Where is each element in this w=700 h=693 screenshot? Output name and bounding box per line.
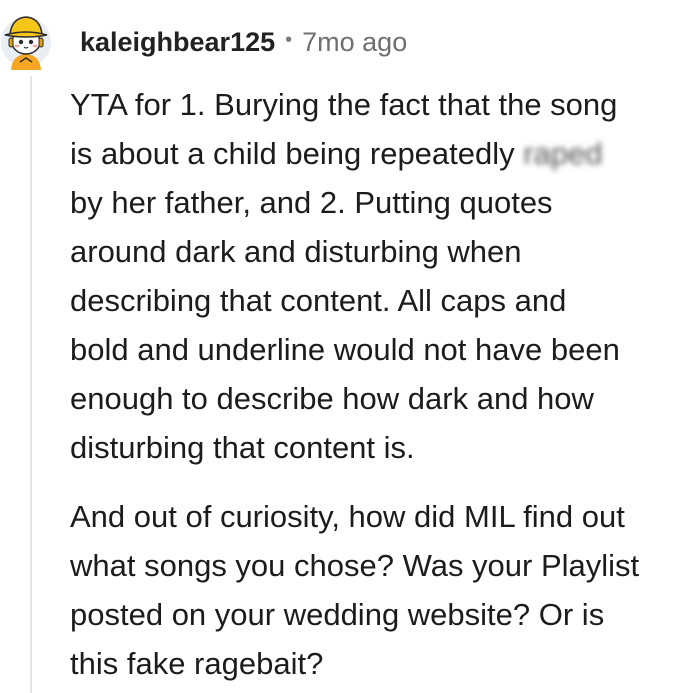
comment-line: posted on your wedding website? Or is — [70, 597, 605, 632]
thread-line[interactable] — [30, 76, 32, 693]
comment-line: this fake ragebait? — [70, 646, 324, 681]
comment-line: bold and underline would not have been — [70, 332, 620, 367]
censored-word: raped — [523, 136, 603, 171]
comment: kaleighbear125 • 7mo ago YTA for 1. Bury… — [0, 0, 700, 693]
comment-line-text: is about a child being repeatedly — [70, 136, 524, 171]
comment-line: around dark and disturbing when — [70, 234, 522, 269]
comment-paragraph-2: And out of curiosity, how did MIL find o… — [70, 492, 700, 688]
comment-paragraph-1: YTA for 1. Burying the fact that the son… — [70, 80, 700, 472]
comment-body: YTA for 1. Burying the fact that the son… — [70, 80, 700, 688]
comment-line: by her father, and 2. Putting quotes — [70, 185, 553, 220]
separator-dot: • — [285, 28, 293, 51]
username-link[interactable]: kaleighbear125 — [80, 27, 275, 58]
comment-line: is about a child being repeatedly raped — [70, 129, 700, 178]
comment-line: YTA for 1. Burying the fact that the son… — [70, 87, 618, 122]
comment-line: disturbing that content is. — [70, 430, 415, 465]
timestamp[interactable]: 7mo ago — [302, 27, 407, 58]
comment-header: kaleighbear125 • 7mo ago — [80, 22, 407, 62]
comment-line: enough to describe how dark and how — [70, 381, 594, 416]
comment-line: And out of curiosity, how did MIL find o… — [70, 499, 625, 534]
comment-line: what songs you chose? Was your Playlist — [70, 548, 640, 583]
comment-line: describing that content. All caps and — [70, 283, 567, 318]
snoo-avatar-icon[interactable] — [0, 8, 52, 72]
